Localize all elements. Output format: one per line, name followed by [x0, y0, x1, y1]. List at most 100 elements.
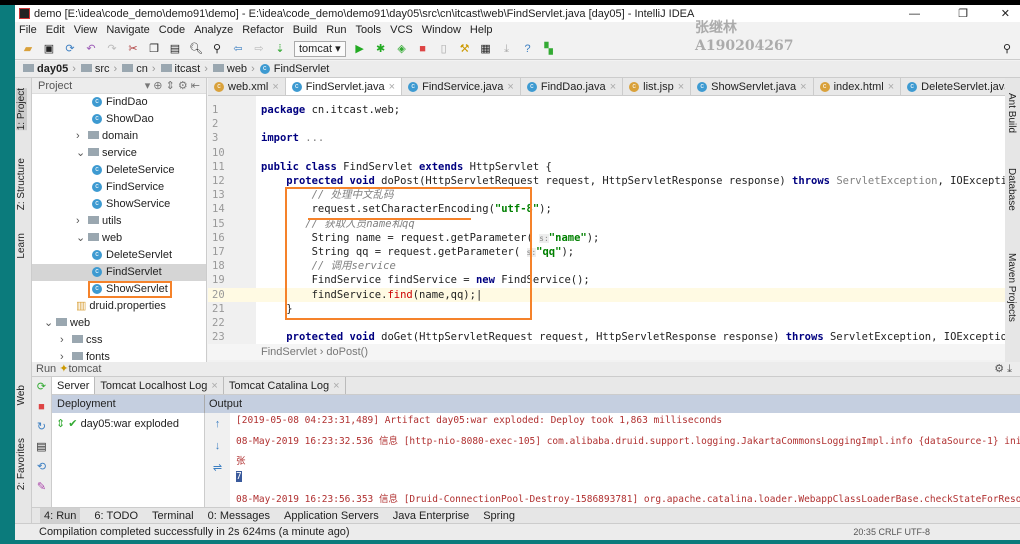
tool-tab-database[interactable]: Database [1006, 168, 1017, 211]
run-tab[interactable]: Tomcat Catalina Log × [224, 377, 346, 394]
tree-item[interactable]: c DeleteService [32, 162, 206, 179]
help-icon[interactable]: ? [521, 42, 535, 56]
menu-help[interactable]: Help [470, 24, 493, 36]
expand-arrow-icon[interactable]: ⌄ [76, 145, 88, 162]
close-button[interactable]: ✕ [1001, 7, 1010, 20]
close-tab-icon[interactable]: × [610, 81, 616, 93]
maximize-button[interactable]: ❐ [958, 7, 968, 20]
editor-tab[interactable]: c ShowServlet.java × [691, 78, 814, 95]
file-encoding[interactable]: UTF-8 [905, 527, 931, 537]
breadcrumb-item[interactable]: c FindServlet [259, 63, 329, 75]
panel-settings-icon[interactable]: ▾ ⊕ ⇕ ⚙ ⇤ [145, 79, 200, 92]
sync-icon[interactable]: ⟳ [63, 42, 77, 56]
back-icon[interactable]: ⇦ [231, 42, 245, 56]
breadcrumb-item[interactable]: src › [80, 63, 117, 75]
scroll-down-icon[interactable]: ↓ [205, 435, 230, 457]
build-icon[interactable]: ⇣ [273, 42, 287, 56]
tree-item[interactable]: ⌄ service [32, 145, 206, 162]
cut-icon[interactable]: ✂ [126, 42, 140, 56]
editor-tab[interactable]: c web.xml × [208, 78, 286, 95]
expand-arrow-icon[interactable]: › [76, 213, 88, 230]
code-editor[interactable]: 1 package cn.itcast.web; 2 3 import ... 10 11 p… [208, 96, 1005, 360]
tool-tab-structure[interactable]: Z: Structure [16, 158, 27, 210]
tree-item[interactable]: › utils [32, 213, 206, 230]
breadcrumb-item[interactable]: cn › [122, 63, 156, 75]
stop-icon[interactable]: ■ [416, 42, 430, 56]
menu-refactor[interactable]: Refactor [242, 24, 284, 36]
tree-item[interactable]: c ShowService [32, 196, 206, 213]
bottom-tab[interactable]: Spring [483, 508, 515, 523]
project-view-select[interactable]: Project [38, 80, 72, 92]
tool-tab-project[interactable]: 1: Project [16, 88, 27, 131]
coverage-icon[interactable]: ◈ [395, 42, 409, 56]
menu-run[interactable]: Run [326, 24, 346, 36]
tool-tab-maven[interactable]: Maven Projects [1006, 253, 1017, 322]
tree-item[interactable]: c DeleteServlet [32, 247, 206, 264]
close-tab-icon[interactable]: × [800, 81, 806, 93]
save-icon[interactable]: ▣ [42, 42, 56, 56]
menu-edit[interactable]: Edit [46, 24, 65, 36]
menu-code[interactable]: Code [159, 24, 185, 36]
editor-tab[interactable]: c FindService.java × [402, 78, 521, 95]
bottom-tab[interactable]: 6: TODO [94, 508, 138, 523]
undo-icon[interactable]: ↶ [84, 42, 98, 56]
close-tab-icon[interactable]: × [389, 81, 395, 93]
bottom-tab[interactable]: 4: Run [40, 508, 81, 523]
menu-vcs[interactable]: VCS [390, 24, 413, 36]
tree-item[interactable]: c FindServlet [32, 264, 206, 281]
redo-icon[interactable]: ↷ [105, 42, 119, 56]
update-icon[interactable]: ↻ [32, 417, 51, 437]
run-tab[interactable]: Tomcat Localhost Log × [95, 377, 224, 394]
paste-icon[interactable]: ▤ [168, 42, 182, 56]
tree-item[interactable]: c ShowServlet [32, 281, 206, 298]
editor-breadcrumb[interactable]: FindServlet › doPost() [208, 344, 1005, 360]
tree-item[interactable]: ▥ druid.properties [32, 298, 206, 315]
download-icon[interactable]: ⤓ [500, 42, 514, 56]
tree-item[interactable]: › css [32, 332, 206, 349]
stop-icon[interactable]: ■ [32, 397, 51, 417]
save-db-icon[interactable]: ▚ [542, 42, 556, 56]
editor-tab[interactable]: cDeleteServlet.java× [901, 78, 1005, 95]
expand-arrow-icon[interactable]: ⌄ [44, 315, 56, 332]
soft-wrap-icon[interactable]: ⇌ [205, 457, 230, 479]
menu-window[interactable]: Window [422, 24, 461, 36]
open-folder-icon[interactable]: ▰ [21, 42, 35, 56]
forward-icon[interactable]: ⇨ [252, 42, 266, 56]
line-separator[interactable]: CRLF [878, 527, 902, 537]
editor-tab[interactable]: c FindDao.java × [521, 78, 624, 95]
deploy-icon[interactable]: ⇕ [56, 418, 65, 430]
replace-icon[interactable]: ⚲ [210, 42, 224, 56]
menu-navigate[interactable]: Navigate [106, 24, 149, 36]
caret-position[interactable]: 20:35 [853, 527, 876, 537]
search-everywhere-icon[interactable]: ⚲ [1000, 42, 1014, 56]
tool-tab-web[interactable]: Web [16, 385, 27, 405]
copy-icon[interactable]: ❐ [147, 42, 161, 56]
tree-item[interactable]: ⌄ web [32, 315, 206, 332]
find-icon[interactable]: 🔍︎ [189, 42, 203, 56]
close-tab-icon[interactable]: × [507, 81, 513, 93]
tool-tab-ant-build[interactable]: Ant Build [1006, 93, 1017, 133]
project-structure-icon[interactable]: ▯ [437, 42, 451, 56]
run-icon[interactable]: ▶ [353, 42, 367, 56]
redeploy-icon[interactable]: ⟲ [32, 457, 51, 477]
bottom-tab[interactable]: Application Servers [284, 508, 379, 523]
settings-icon[interactable]: ⚒ [458, 42, 472, 56]
breadcrumb-item[interactable]: day05 › [23, 63, 76, 75]
menu-file[interactable]: File [19, 24, 37, 36]
expand-arrow-icon[interactable]: › [76, 128, 88, 145]
layout-icon[interactable]: ▤ [32, 437, 51, 457]
editor-tab[interactable]: c FindServlet.java × [285, 78, 403, 95]
close-tab-icon[interactable]: × [333, 380, 339, 392]
bottom-tab[interactable]: Terminal [152, 508, 194, 523]
tool-tab-learn[interactable]: Learn [16, 233, 27, 259]
sdk-icon[interactable]: ▦ [479, 42, 493, 56]
run-tab[interactable]: Server [52, 377, 96, 394]
close-tab-icon[interactable]: × [272, 81, 278, 93]
debug-icon[interactable]: ✱ [374, 42, 388, 56]
tree-item[interactable]: c FindService [32, 179, 206, 196]
console-output[interactable]: [2019-05-08 04:23:31,489] Artifact day05… [230, 413, 1020, 507]
tree-item[interactable]: ⌄ web [32, 230, 206, 247]
breadcrumb-item[interactable]: itcast › [160, 63, 208, 75]
minimize-button[interactable]: — [909, 8, 920, 20]
bottom-tab[interactable]: 0: Messages [208, 508, 270, 523]
